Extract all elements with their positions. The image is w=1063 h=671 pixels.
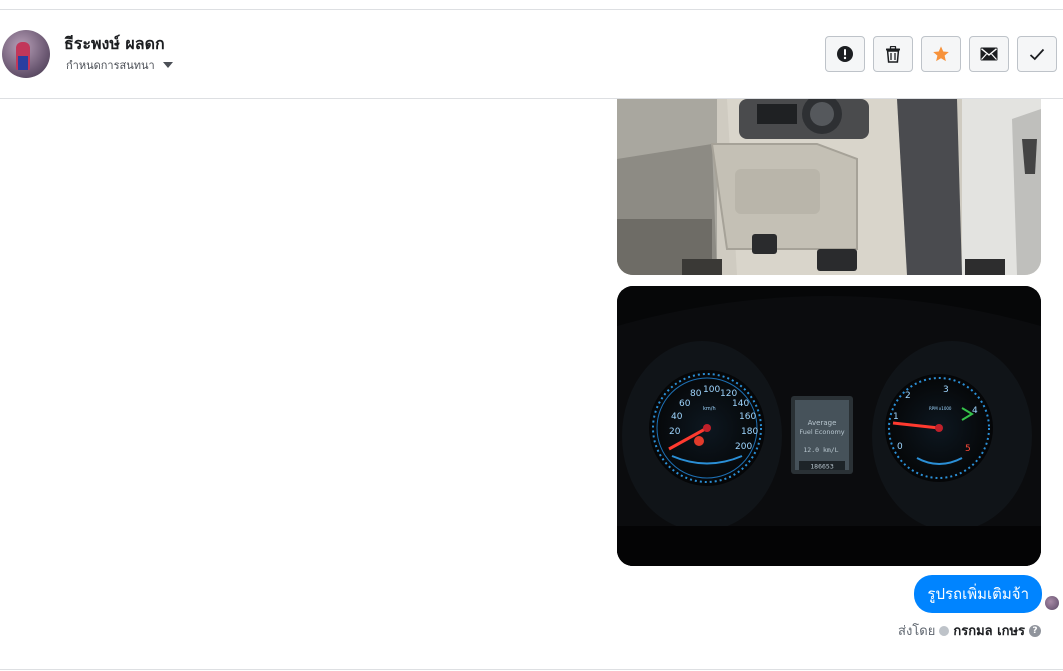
odometer: 186653: [810, 463, 834, 471]
info-line-2: Fuel Economy: [799, 428, 844, 436]
conversation-settings-label: กำหนดการสนทนา: [66, 59, 155, 72]
speedo-tick-140: 140: [732, 399, 749, 409]
info-line-1: Average: [808, 419, 837, 427]
speed-unit: km/h: [703, 406, 716, 412]
tacho-tick-1: 1: [893, 412, 899, 422]
star-icon: [933, 46, 949, 62]
conversation-header: ธีระพงษ์ ผลดก กำหนดการสนทนา: [0, 10, 1063, 99]
report-button[interactable]: [825, 36, 865, 72]
tacho-unit: RPM x1000: [929, 406, 952, 411]
sent-by-name[interactable]: กรกมล เกษร: [953, 620, 1025, 641]
envelope-icon: [980, 47, 998, 61]
tacho-tick-2: 2: [905, 391, 911, 401]
mark-done-button[interactable]: [1017, 36, 1057, 72]
sent-by-prefix: ส่งโดย: [898, 624, 936, 639]
dashboard-cluster-image: 20 40 60 80 100 120 140 160 180 200 km/h…: [617, 286, 1041, 566]
caret-down-icon: [162, 62, 173, 68]
contact-name[interactable]: ธีระพงษ์ ผลดก: [64, 32, 165, 57]
speedo-tick-40: 40: [671, 412, 683, 422]
help-icon[interactable]: ?: [1029, 624, 1041, 637]
contact-avatar[interactable]: [2, 30, 50, 78]
sent-by-info: ส่งโดย กรกมล เกษร ?: [898, 620, 1041, 641]
delete-button[interactable]: [873, 36, 913, 72]
bottom-divider: [0, 669, 1063, 670]
checkmark-icon: [1029, 48, 1045, 60]
speedo-tick-180: 180: [741, 427, 758, 437]
speedo-tick-160: 160: [739, 412, 756, 422]
fuel-economy: 12.0 km/L: [803, 446, 838, 454]
mark-unread-button[interactable]: [969, 36, 1009, 72]
read-receipt-avatar: [1045, 596, 1059, 610]
dashboard-cluster-photo[interactable]: 20 40 60 80 100 120 140 160 180 200 km/h…: [617, 286, 1041, 566]
conversation-settings-dropdown[interactable]: กำหนดการสนทนา: [66, 56, 173, 74]
trash-icon: [886, 45, 900, 63]
tacho-tick-4: 4: [972, 406, 978, 416]
conversation-actions: [825, 36, 1057, 72]
star-button[interactable]: [921, 36, 961, 72]
message-bubble[interactable]: รูปรถเพิ่มเติมจ้า: [914, 575, 1042, 613]
tacho-tick-0: 0: [897, 442, 903, 452]
tacho-tick-3: 3: [943, 385, 949, 395]
speedo-tick-100: 100: [703, 385, 720, 395]
car-interior-photo[interactable]: [617, 99, 1041, 275]
speedo-tick-60: 60: [679, 399, 691, 409]
car-interior-image: [617, 99, 1041, 275]
tacho-tick-5: 5: [965, 444, 971, 454]
speedo-tick-20: 20: [669, 427, 681, 437]
speedo-tick-120: 120: [720, 389, 737, 399]
page-badge-icon: [939, 625, 950, 636]
speedo-tick-200: 200: [735, 442, 752, 452]
message-thread: 20 40 60 80 100 120 140 160 180 200 km/h…: [0, 99, 1063, 671]
speedo-tick-80: 80: [690, 389, 702, 399]
exclamation-circle-icon: [837, 46, 853, 62]
